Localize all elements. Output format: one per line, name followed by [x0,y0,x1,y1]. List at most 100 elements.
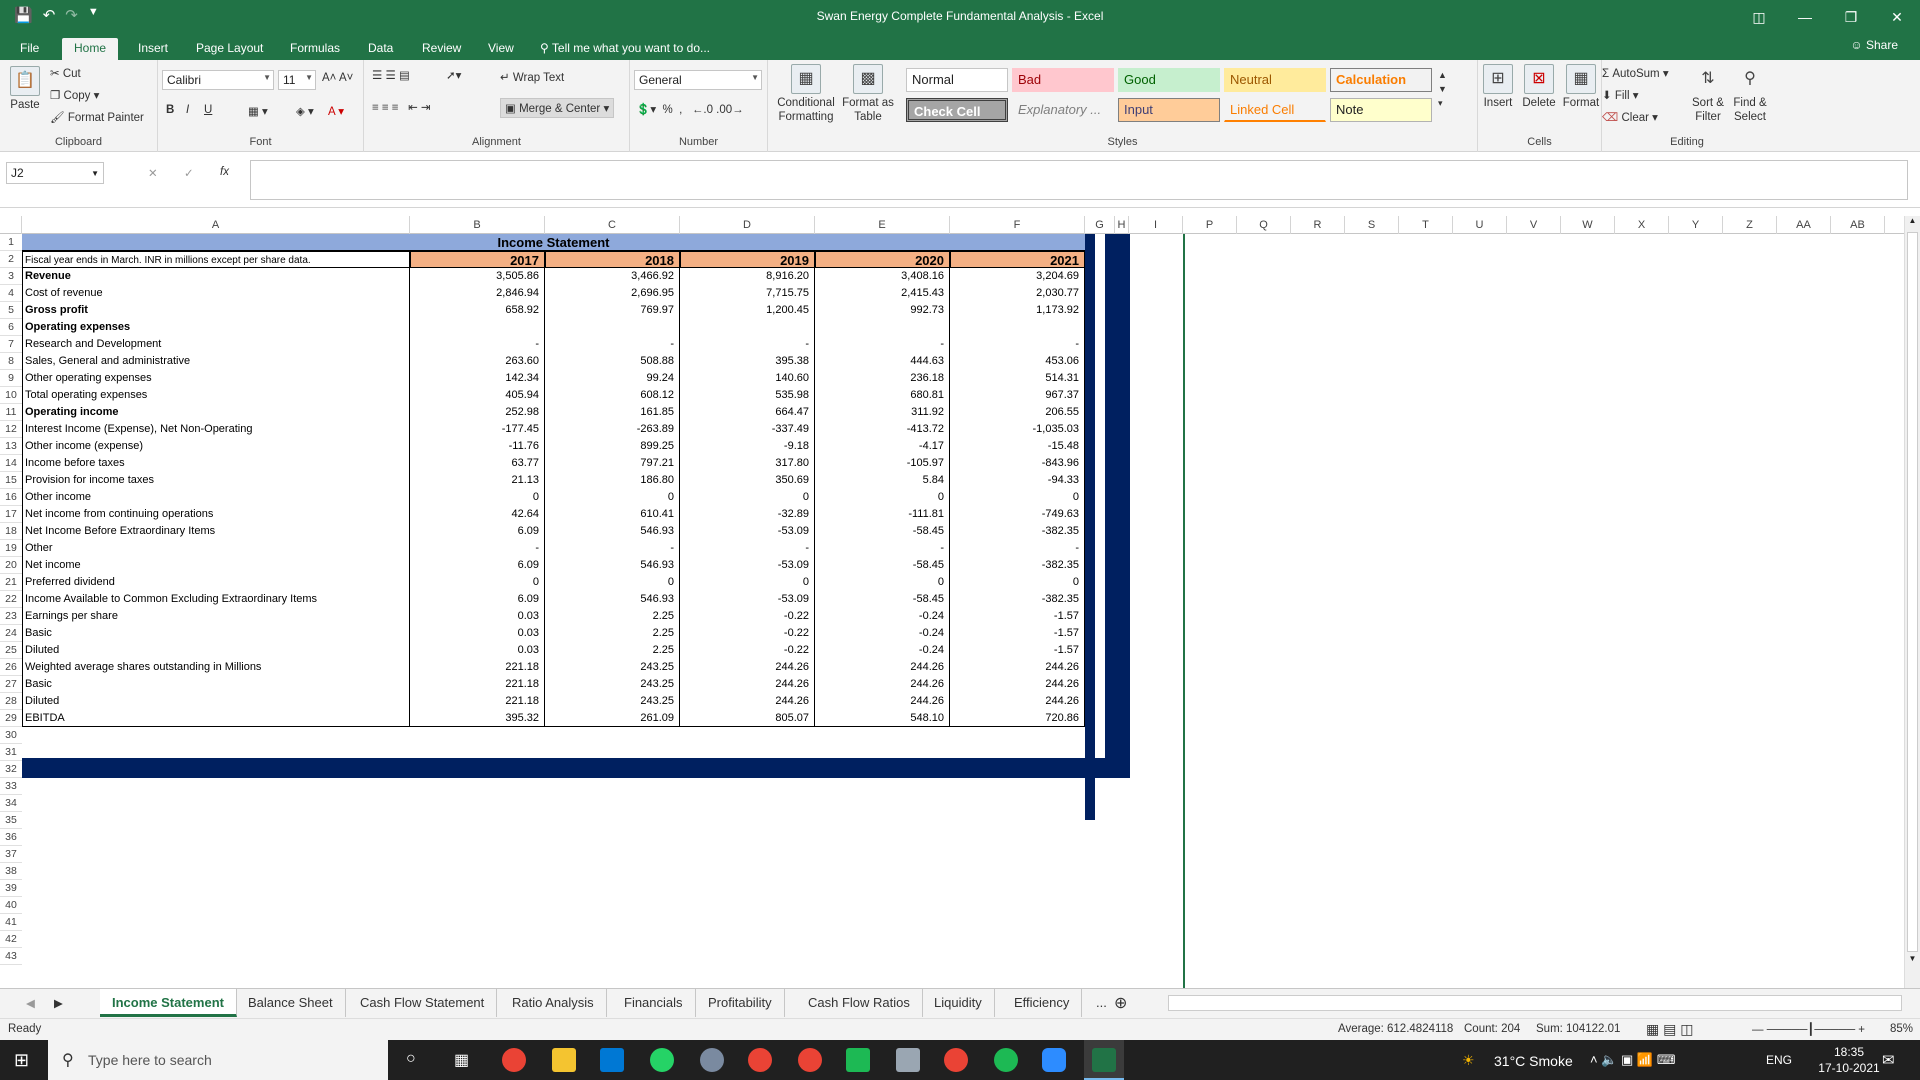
value-cell[interactable]: 0 [950,489,1085,506]
style-calculation[interactable]: Calculation [1330,68,1432,92]
row-label[interactable]: Net income from continuing operations [22,506,410,523]
row-label[interactable]: Income Available to Common Excluding Ext… [22,591,410,608]
value-cell[interactable]: 317.80 [680,455,815,472]
column-header[interactable]: V [1507,216,1561,234]
value-cell[interactable]: -749.63 [950,506,1085,523]
row-header[interactable]: 40 [0,897,22,914]
row-label[interactable]: Total operating expenses [22,387,410,404]
mail-icon[interactable] [600,1048,624,1072]
value-cell[interactable]: 244.26 [680,659,815,676]
currency-icon[interactable]: 💲▾ % , ←.0 .00→ [636,102,744,116]
value-cell[interactable]: 405.94 [410,387,545,404]
orientation-icon[interactable]: ➚▾ [446,68,461,82]
value-cell[interactable]: 992.73 [815,302,950,319]
minimize-icon[interactable]: — [1782,0,1828,34]
value-cell[interactable]: 0 [815,574,950,591]
row-label[interactable]: Sales, General and administrative [22,353,410,370]
value-cell[interactable]: 658.92 [410,302,545,319]
value-cell[interactable]: - [410,336,545,353]
sheet-tab-efficiency[interactable]: Efficiency [1002,989,1083,1017]
column-header[interactable]: U [1453,216,1507,234]
value-cell[interactable]: - [950,540,1085,557]
row-header[interactable]: 35 [0,812,22,829]
row-label[interactable]: Diluted [22,693,410,710]
value-cell[interactable]: 221.18 [410,659,545,676]
value-cell[interactable]: 7,715.75 [680,285,815,302]
clear-button[interactable]: ⌫ Clear ▾ [1602,110,1658,124]
value-cell[interactable]: - [545,336,680,353]
row-label[interactable]: Research and Development [22,336,410,353]
column-header[interactable]: Y [1669,216,1723,234]
value-cell[interactable]: -32.89 [680,506,815,523]
whatsapp-icon[interactable] [650,1048,674,1072]
value-cell[interactable]: 63.77 [410,455,545,472]
row-header[interactable]: 6 [0,319,22,336]
tab-file[interactable]: File [8,38,51,60]
value-cell[interactable]: -1.57 [950,625,1085,642]
value-cell[interactable] [950,319,1085,336]
row-label[interactable]: Cost of revenue [22,285,410,302]
row-header[interactable]: 4 [0,285,22,302]
value-cell[interactable]: 2,415.43 [815,285,950,302]
value-cell[interactable]: 453.06 [950,353,1085,370]
row-header[interactable]: 2 [0,251,22,268]
style-bad[interactable]: Bad [1012,68,1114,92]
column-header[interactable]: R [1291,216,1345,234]
value-cell[interactable]: 0 [815,489,950,506]
row-header[interactable]: 11 [0,404,22,421]
column-header[interactable]: A [22,216,410,234]
column-header[interactable]: I [1129,216,1183,234]
value-cell[interactable]: 261.09 [545,710,680,727]
close-icon[interactable]: ✕ [1874,0,1920,34]
row-header[interactable]: 42 [0,931,22,948]
value-cell[interactable]: 2.25 [545,608,680,625]
value-cell[interactable]: -58.45 [815,557,950,574]
name-box[interactable]: J2 ▼ [6,162,104,184]
row-header[interactable]: 43 [0,948,22,965]
zoom-slider[interactable]: — ─────┃───── + [1752,1022,1865,1036]
column-header[interactable]: F [950,216,1085,234]
system-tray-icons[interactable]: ˄ 🔈 ▣ 📶 ⌨ [1590,1052,1675,1068]
spotify-icon[interactable] [994,1048,1018,1072]
select-all-corner[interactable] [0,216,22,234]
value-cell[interactable]: 0 [410,574,545,591]
format-painter-button[interactable]: 🖌 Format Painter [50,110,144,124]
value-cell[interactable]: -0.22 [680,608,815,625]
tell-me-search[interactable]: ⚲ Tell me what you want to do... [528,38,722,60]
value-cell[interactable]: -1.57 [950,642,1085,659]
tab-formulas[interactable]: Formulas [278,38,352,60]
value-cell[interactable]: - [410,540,545,557]
column-header[interactable]: T [1399,216,1453,234]
value-cell[interactable]: -4.17 [815,438,950,455]
value-cell[interactable]: - [680,540,815,557]
year-header[interactable]: 2020 [815,251,950,268]
row-header[interactable]: 3 [0,268,22,285]
value-cell[interactable]: -382.35 [950,591,1085,608]
grow-font-icon[interactable]: A˄ A˅ [322,72,353,84]
style-input[interactable]: Input [1118,98,1220,122]
value-cell[interactable]: 350.69 [680,472,815,489]
value-cell[interactable]: 535.98 [680,387,815,404]
styles-scroll-icon[interactable]: ▲ ▼ ▾ [1438,68,1447,110]
column-header[interactable]: S [1345,216,1399,234]
tab-insert[interactable]: Insert [126,38,180,60]
value-cell[interactable]: 244.26 [950,659,1085,676]
value-cell[interactable]: 395.38 [680,353,815,370]
value-cell[interactable]: 252.98 [410,404,545,421]
value-cell[interactable]: 2,846.94 [410,285,545,302]
row-header[interactable]: 36 [0,829,22,846]
value-cell[interactable]: 2.25 [545,642,680,659]
value-cell[interactable]: -111.81 [815,506,950,523]
row-header[interactable]: 5 [0,302,22,319]
value-cell[interactable]: 0 [950,574,1085,591]
value-cell[interactable]: 0 [680,574,815,591]
row-label[interactable]: Interest Income (Expense), Net Non-Opera… [22,421,410,438]
value-cell[interactable]: 769.97 [545,302,680,319]
find-select-button[interactable]: ⚲ Find & Select [1730,64,1770,124]
top-align-icon[interactable]: ☰ ☰ ▤ [372,68,410,82]
value-cell[interactable]: 444.63 [815,353,950,370]
value-cell[interactable]: -0.22 [680,625,815,642]
delete-cells-button[interactable]: ⊠ Delete [1520,64,1558,110]
row-header[interactable]: 38 [0,863,22,880]
value-cell[interactable]: 161.85 [545,404,680,421]
